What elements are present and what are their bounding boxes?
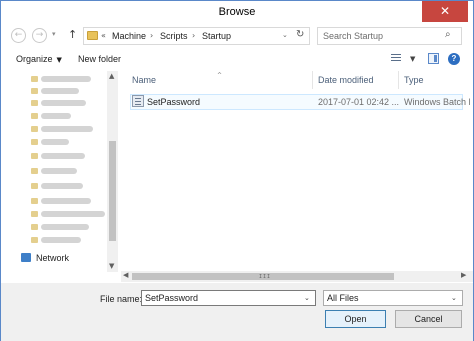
breadcrumb-separator-icon[interactable]: › <box>150 31 153 40</box>
column-header-date-modified[interactable]: Date modified <box>318 75 374 85</box>
blurred-tree-item <box>41 237 81 243</box>
address-dropdown-icon[interactable]: ⌄ <box>282 31 288 39</box>
scroll-grip-icon: III <box>259 274 272 280</box>
file-type-filter[interactable]: All Files ⌄ <box>323 290 463 306</box>
close-button[interactable]: ✕ <box>422 1 468 22</box>
browse-dialog: Browse ✕ ← → ▾ ↑ « Machine › Scripts › S… <box>0 0 474 341</box>
network-icon <box>21 253 31 262</box>
new-folder-button[interactable]: New folder <box>78 54 121 64</box>
breadcrumb-separator-icon[interactable]: › <box>192 31 195 40</box>
file-date-modified: 2017-07-01 02:42 ... <box>318 97 400 107</box>
blurred-tree-item <box>41 113 71 119</box>
blurred-tree-item <box>41 139 69 145</box>
blurred-tree-icon <box>31 100 38 106</box>
chevron-down-icon[interactable]: ⌄ <box>304 294 310 302</box>
column-divider[interactable] <box>312 71 313 89</box>
breadcrumb-machine[interactable]: Machine <box>112 31 146 41</box>
forward-button[interactable]: → <box>32 28 47 43</box>
sidebar-item-network[interactable]: Network <box>36 253 69 263</box>
cancel-button[interactable]: Cancel <box>395 310 462 328</box>
preview-pane-icon[interactable] <box>428 53 439 64</box>
file-name-value: SetPassword <box>145 293 199 303</box>
organize-button[interactable]: Organize ▼ <box>16 54 62 64</box>
file-type: Windows Batch File <box>404 97 470 107</box>
address-bar[interactable]: « Machine › Scripts › Startup ⌄ ↻ <box>83 27 310 45</box>
blurred-tree-icon <box>31 183 38 189</box>
blurred-tree-item <box>41 198 91 204</box>
up-button[interactable]: ↑ <box>68 28 77 41</box>
blurred-tree-item <box>41 88 79 94</box>
blurred-tree-item <box>41 183 83 189</box>
search-placeholder: Search Startup <box>323 31 384 41</box>
search-input[interactable]: Search Startup ⌕ <box>317 27 462 45</box>
file-name[interactable]: SetPassword <box>147 97 200 107</box>
scroll-down-arrow-icon[interactable]: ▼ <box>109 262 114 270</box>
blurred-tree-icon <box>31 88 38 94</box>
blurred-tree-icon <box>31 76 38 82</box>
file-name-label: File name: <box>100 294 143 304</box>
overflow-chevron-icon[interactable]: « <box>101 31 106 40</box>
blurred-tree-item <box>41 211 105 217</box>
window-title: Browse <box>218 6 256 18</box>
scroll-left-arrow-icon[interactable]: ◀ <box>123 271 128 279</box>
blurred-tree-icon <box>31 153 38 159</box>
file-type-filter-value: All Files <box>327 293 359 303</box>
column-header-type[interactable]: Type <box>404 75 424 85</box>
blurred-tree-item <box>41 153 85 159</box>
blurred-tree-item <box>41 224 89 230</box>
blurred-tree-item <box>41 168 77 174</box>
view-options-icon[interactable] <box>391 54 401 63</box>
blurred-tree-icon <box>31 168 38 174</box>
view-dropdown-icon[interactable]: ▼ <box>410 55 415 63</box>
breadcrumb-startup[interactable]: Startup <box>202 31 231 41</box>
search-icon[interactable]: ⌕ <box>445 29 451 40</box>
file-name-field[interactable]: SetPassword ⌄ <box>141 290 316 306</box>
open-button[interactable]: Open <box>325 310 386 328</box>
breadcrumb-scripts[interactable]: Scripts <box>160 31 188 41</box>
sort-ascending-icon: ^ <box>217 72 223 79</box>
navigation-pane-scroll-thumb[interactable] <box>109 141 116 241</box>
blurred-tree-icon <box>31 237 38 243</box>
column-header-name[interactable]: Name <box>132 75 156 85</box>
blurred-tree-icon <box>31 224 38 230</box>
navigation-bar: ← → ▾ ↑ « Machine › Scripts › Startup ⌄ … <box>1 25 473 47</box>
batch-file-icon <box>132 95 144 107</box>
scroll-up-arrow-icon[interactable]: ▲ <box>109 72 114 80</box>
scroll-right-arrow-icon[interactable]: ▶ <box>461 271 466 279</box>
command-bar: Organize ▼ New folder ▼ ? <box>1 49 473 71</box>
blurred-tree-icon <box>31 139 38 145</box>
blurred-tree-item <box>41 76 91 82</box>
title-bar: Browse ✕ <box>1 1 473 25</box>
blurred-tree-item <box>41 100 86 106</box>
recent-locations-dropdown[interactable]: ▾ <box>52 30 56 38</box>
chevron-down-icon[interactable]: ⌄ <box>451 294 457 302</box>
help-icon[interactable]: ? <box>448 53 460 65</box>
blurred-tree-item <box>41 126 93 132</box>
blurred-tree-icon <box>31 211 38 217</box>
blurred-tree-icon <box>31 198 38 204</box>
refresh-icon[interactable]: ↻ <box>296 29 304 40</box>
column-divider[interactable] <box>398 71 399 89</box>
organize-label: Organize <box>16 54 53 64</box>
back-button[interactable]: ← <box>11 28 26 43</box>
blurred-tree-icon <box>31 113 38 119</box>
blurred-tree-icon <box>31 126 38 132</box>
chevron-down-icon: ▼ <box>56 56 62 64</box>
folder-icon <box>87 31 98 40</box>
